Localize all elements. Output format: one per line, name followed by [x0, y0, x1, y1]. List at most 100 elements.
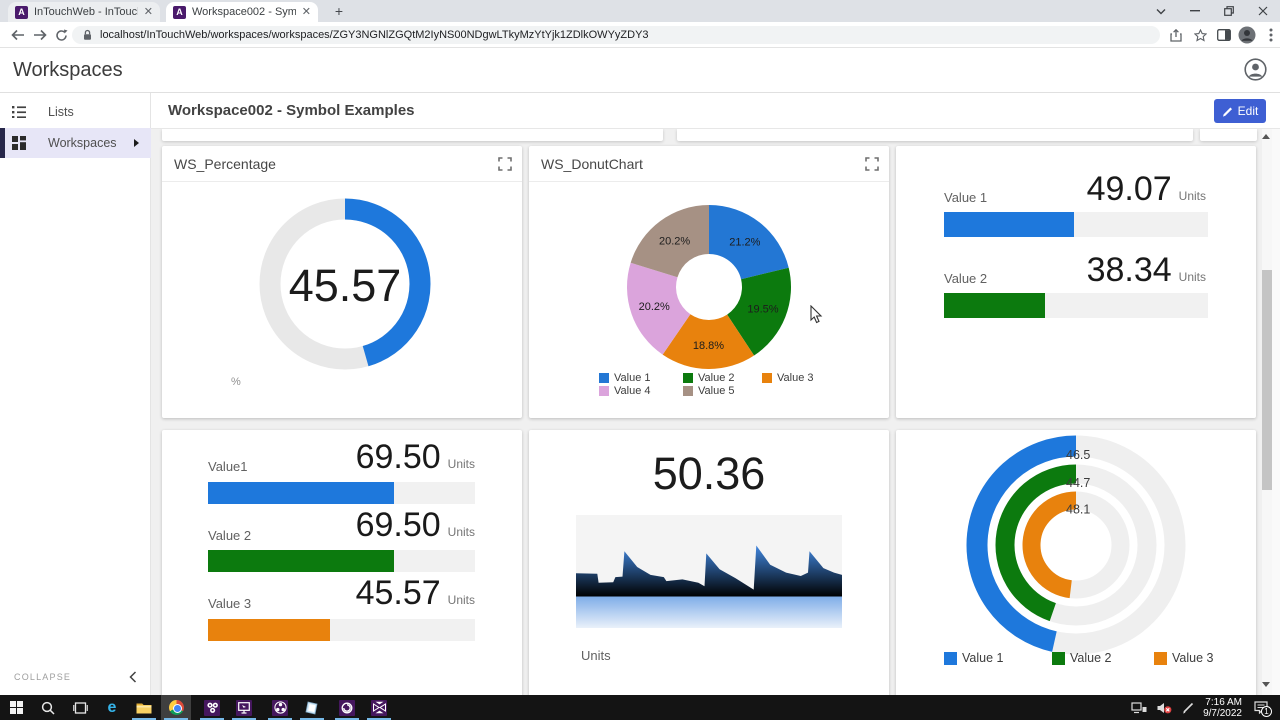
share-icon[interactable] [1168, 26, 1186, 44]
fullscreen-icon[interactable] [498, 157, 512, 171]
widget-radial-gauge: 46.544.748.1 Value 1 Value 2 Value 3 [896, 430, 1256, 695]
widget-trend-sparkline: 50.36 Units [529, 430, 889, 695]
legend-item[interactable]: Value 3 [762, 372, 814, 384]
bar-fill [208, 550, 394, 572]
card-partial [1200, 129, 1257, 141]
sparkline-chart-area [576, 515, 842, 628]
bar-track [944, 212, 1208, 237]
bar-label: Value1 [208, 459, 248, 474]
network-icon[interactable] [1131, 702, 1147, 714]
chrome-icon-active[interactable] [161, 695, 191, 720]
bar-fill [208, 619, 330, 641]
browser-tab-1[interactable]: A InTouchWeb - InTouch Introducti ✕ [8, 2, 160, 22]
window-restore-button[interactable] [1212, 0, 1246, 22]
pen-icon[interactable] [1182, 702, 1195, 714]
browser-tab-2-active[interactable]: A Workspace002 - Symbol Examp ✕ [166, 2, 318, 22]
taskbar-clock[interactable]: 7:16 AM 9/7/2022 [1203, 697, 1242, 719]
scrollbar-down-arrow[interactable] [1262, 682, 1270, 687]
task-view-icon[interactable] [65, 695, 95, 720]
sidebar-collapse[interactable]: COLLAPSE [0, 667, 151, 687]
bar-track [944, 293, 1208, 318]
legend-swatch [1052, 652, 1065, 665]
window-close-button[interactable] [1246, 0, 1280, 22]
pencil-icon [1222, 106, 1233, 117]
new-tab-button[interactable]: + [331, 4, 347, 20]
app-notepad-icon[interactable] [297, 695, 327, 720]
side-panel-icon[interactable] [1215, 26, 1233, 44]
tab-title: InTouchWeb - InTouch Introducti [34, 6, 138, 18]
svg-text:20.2%: 20.2% [639, 301, 670, 313]
bar-label: Value 2 [208, 528, 251, 543]
app-title: Workspaces [13, 59, 123, 82]
tab-close-icon[interactable]: ✕ [144, 7, 153, 18]
chevron-left-icon [129, 671, 137, 683]
legend-item[interactable]: Value 2 [683, 372, 735, 384]
legend-label: Value 1 [962, 651, 1003, 665]
browser-titlebar: A InTouchWeb - InTouch Introducti ✕ A Wo… [0, 0, 1280, 22]
sidebar-item-label: Workspaces [48, 136, 117, 150]
sidebar-item-lists[interactable]: Lists [0, 97, 151, 127]
start-button[interactable] [1, 695, 31, 720]
legend-item[interactable]: Value 3 [1154, 651, 1213, 665]
legend-item[interactable]: Value 5 [683, 385, 735, 397]
internet-explorer-icon[interactable]: e [97, 695, 127, 720]
bar-track [208, 482, 475, 504]
tab-search-chevron-icon[interactable] [1144, 0, 1178, 22]
back-icon[interactable] [9, 26, 27, 44]
app-gear-cluster-icon[interactable] [265, 695, 295, 720]
action-center-icon[interactable]: 1 [1254, 701, 1268, 714]
scrollbar-up-arrow[interactable] [1262, 134, 1270, 139]
svg-text:21.2%: 21.2% [729, 236, 760, 248]
browser-toolbar: localhost/InTouchWeb/workspaces/workspac… [0, 22, 1280, 48]
account-circle-icon[interactable] [1244, 58, 1267, 81]
app-bowtie-icon[interactable] [364, 695, 394, 720]
bar-fill [944, 293, 1045, 318]
area-chart [576, 515, 842, 628]
forward-icon[interactable] [31, 26, 49, 44]
scrollbar-thumb[interactable] [1262, 270, 1272, 490]
bar-value-row: 38.34 Units [1087, 253, 1206, 287]
legend-item[interactable]: Value 2 [1052, 651, 1111, 665]
bar-label: Value 3 [208, 596, 251, 611]
taskbar-search-icon[interactable] [33, 695, 63, 720]
sidebar-item-workspaces[interactable]: Workspaces [0, 128, 151, 158]
sparkline-unit: Units [581, 648, 611, 663]
bar-value-row: 49.07 Units [1087, 172, 1206, 206]
notification-badge: 1 [1261, 706, 1272, 717]
bar-unit: Units [1179, 189, 1206, 203]
bar-fill [208, 482, 394, 504]
clock-time: 7:16 AM [1203, 697, 1242, 708]
browser-profile-avatar[interactable] [1238, 26, 1256, 44]
bar-track [208, 550, 475, 572]
submenu-arrow-icon [134, 139, 139, 147]
widget-value-bars-left: Value1 69.50 Units Value 2 69.50 Units V… [162, 430, 522, 695]
app-spiral-icon[interactable] [332, 695, 362, 720]
url-bar[interactable]: localhost/InTouchWeb/workspaces/workspac… [72, 26, 1160, 44]
widget-value-bars-right: Value 1 49.07 Units Value 2 38.34 Units [896, 146, 1256, 418]
bar-value: 45.57 [356, 576, 441, 610]
reload-icon[interactable] [52, 26, 70, 44]
widget-header: WS_DonutChart [529, 146, 889, 182]
window-minimize-button[interactable] [1178, 0, 1212, 22]
edit-button[interactable]: Edit [1214, 99, 1266, 123]
tab-close-icon[interactable]: ✕ [302, 7, 311, 18]
legend-item[interactable]: Value 1 [599, 372, 651, 384]
legend-swatch [599, 373, 609, 383]
legend-label: Value 5 [698, 385, 735, 397]
file-explorer-icon[interactable] [129, 695, 159, 720]
legend-label: Value 3 [777, 372, 814, 384]
browser-menu-dots-icon[interactable] [1262, 26, 1280, 44]
svg-text:48.1: 48.1 [1066, 503, 1090, 517]
legend-swatch [1154, 652, 1167, 665]
bar-value: 38.34 [1087, 253, 1172, 287]
fullscreen-icon[interactable] [865, 157, 879, 171]
legend-label: Value 3 [1172, 651, 1213, 665]
legend-item[interactable]: Value 1 [944, 651, 1003, 665]
workspace-title: Workspace002 - Symbol Examples [168, 102, 415, 119]
widget-ws-percentage: WS_Percentage 45.57 % [162, 146, 522, 418]
volume-muted-icon[interactable] [1157, 702, 1172, 714]
app-monitor-icon[interactable] [229, 695, 259, 720]
legend-item[interactable]: Value 4 [599, 385, 651, 397]
bookmark-star-icon[interactable] [1191, 26, 1209, 44]
app-gears-icon[interactable] [197, 695, 227, 720]
